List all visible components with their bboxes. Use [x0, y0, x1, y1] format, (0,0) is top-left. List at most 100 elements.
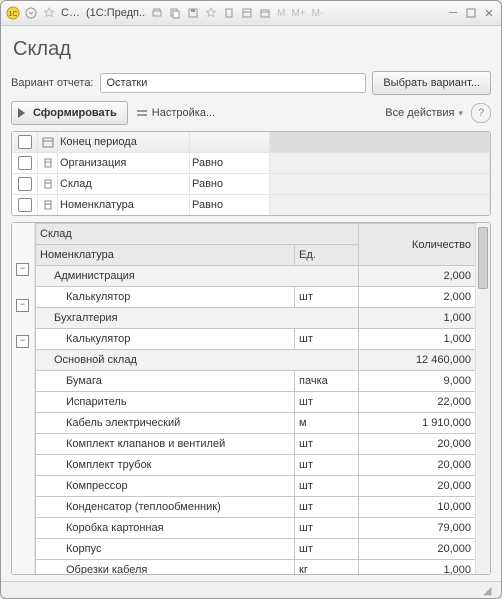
filter-value[interactable]: [270, 153, 490, 173]
group-row[interactable]: Бухгалтерия1,000: [36, 308, 476, 329]
item-unit: шт: [295, 287, 359, 308]
select-variant-button[interactable]: Выбрать вариант...: [372, 71, 491, 95]
item-qty: 20,000: [358, 455, 475, 476]
item-name: Коробка картонная: [36, 518, 295, 539]
filter-icon-cell: [38, 174, 58, 194]
filter-value[interactable]: [270, 132, 490, 152]
item-name: Комплект трубок: [36, 455, 295, 476]
col-qty: Количество: [358, 224, 475, 266]
item-name: Корпус: [36, 539, 295, 560]
item-qty: 22,000: [358, 392, 475, 413]
item-unit: шт: [295, 329, 359, 350]
mem-mplus[interactable]: M+: [289, 8, 307, 19]
item-unit: кг: [295, 560, 359, 575]
filter-row: НоменклатураРавно: [12, 194, 490, 215]
item-unit: шт: [295, 497, 359, 518]
filter-checkbox-cell[interactable]: [12, 174, 38, 194]
item-unit: шт: [295, 476, 359, 497]
data-row[interactable]: Бумагапачка9,000: [36, 371, 476, 392]
tree-collapse-node[interactable]: −: [16, 335, 29, 348]
page-title: Склад: [13, 38, 491, 61]
filter-panel: Конец периодаОрганизацияРавноСкладРавноН…: [11, 131, 491, 216]
tree-gutter: − − −: [12, 223, 35, 574]
tree-collapse-node[interactable]: −: [16, 263, 29, 276]
variant-value: Остатки: [107, 77, 148, 89]
help-button[interactable]: ?: [471, 103, 491, 123]
filter-row: Конец периода: [12, 132, 490, 152]
mem-m[interactable]: M: [275, 8, 287, 19]
filter-value[interactable]: [270, 195, 490, 215]
settings-icon: [136, 107, 148, 119]
close-icon[interactable]: ✕: [481, 5, 497, 21]
app-logo-icon: 1C: [5, 5, 21, 21]
filter-checkbox-cell[interactable]: [12, 153, 38, 173]
filter-row: ОрганизацияРавно: [12, 152, 490, 173]
settings-link[interactable]: Настройка...: [136, 107, 215, 119]
tree-collapse-node[interactable]: −: [16, 299, 29, 312]
item-unit: м: [295, 413, 359, 434]
item-unit: шт: [295, 455, 359, 476]
doc-icon[interactable]: [221, 5, 237, 21]
data-row[interactable]: Испарительшт22,000: [36, 392, 476, 413]
checkbox[interactable]: [18, 135, 32, 149]
data-row[interactable]: Корпусшт20,000: [36, 539, 476, 560]
title-short: С…: [59, 7, 82, 19]
group-qty: 2,000: [358, 266, 475, 287]
group-row[interactable]: Администрация2,000: [36, 266, 476, 287]
data-row[interactable]: Комплект клапанов и вентилейшт20,000: [36, 434, 476, 455]
vertical-scrollbar[interactable]: [475, 223, 490, 574]
data-row[interactable]: Калькуляторшт1,000: [36, 329, 476, 350]
resize-grip-icon[interactable]: ◢: [483, 584, 495, 596]
item-qty: 1,000: [358, 329, 475, 350]
group-qty: 1,000: [358, 308, 475, 329]
minimize-icon[interactable]: ─: [445, 5, 461, 21]
maximize-icon[interactable]: [463, 5, 479, 21]
play-icon: [18, 108, 25, 118]
item-name: Испаритель: [36, 392, 295, 413]
all-actions-link[interactable]: Все действия▾: [385, 107, 463, 119]
scroll-thumb[interactable]: [478, 227, 488, 289]
history-dropdown-icon[interactable]: [23, 5, 39, 21]
group-row[interactable]: Основной склад12 460,000: [36, 350, 476, 371]
save-icon[interactable]: [185, 5, 201, 21]
favorite-star-icon[interactable]: [41, 5, 57, 21]
filter-name: Конец периода: [58, 132, 190, 152]
variant-input[interactable]: Остатки: [100, 73, 367, 93]
filter-value[interactable]: [270, 174, 490, 194]
group-name: Администрация: [36, 266, 359, 287]
group-qty: 12 460,000: [358, 350, 475, 371]
titlebar: 1C С… (1С:Предп.. M M+ M- ─ ✕: [1, 1, 501, 26]
select-variant-label: Выбрать вариант...: [383, 77, 480, 89]
calendar-icon[interactable]: [257, 5, 273, 21]
data-row[interactable]: Коробка картоннаяшт79,000: [36, 518, 476, 539]
all-actions-label: Все действия: [385, 107, 454, 119]
checkbox[interactable]: [18, 198, 32, 212]
data-row[interactable]: Конденсатор (теплообменник)шт10,000: [36, 497, 476, 518]
item-qty: 2,000: [358, 287, 475, 308]
data-row[interactable]: Калькуляторшт2,000: [36, 287, 476, 308]
checkbox[interactable]: [18, 156, 32, 170]
item-name: Калькулятор: [36, 329, 295, 350]
mem-mminus[interactable]: M-: [310, 8, 326, 19]
item-name: Калькулятор: [36, 287, 295, 308]
filter-icon-cell: [38, 153, 58, 173]
checkbox[interactable]: [18, 177, 32, 191]
settings-link-label: Настройка...: [152, 107, 215, 119]
data-row[interactable]: Компрессоршт20,000: [36, 476, 476, 497]
filter-checkbox-cell[interactable]: [12, 132, 38, 152]
variant-row: Вариант отчета: Остатки Выбрать вариант.…: [11, 71, 491, 95]
filter-checkbox-cell[interactable]: [12, 195, 38, 215]
data-row[interactable]: Кабель электрическийм1 910,000: [36, 413, 476, 434]
filter-name: Организация: [58, 153, 190, 173]
data-row[interactable]: Обрезки кабелякг1,000: [36, 560, 476, 575]
data-row[interactable]: Комплект трубокшт20,000: [36, 455, 476, 476]
report-panel: − − − СкладКоличествоНоменклатураЕд.Адми…: [11, 222, 491, 575]
item-name: Кабель электрический: [36, 413, 295, 434]
copy-icon[interactable]: [167, 5, 183, 21]
toolbar: Сформировать Настройка... Все действия▾ …: [11, 101, 491, 125]
item-qty: 10,000: [358, 497, 475, 518]
calculator-icon[interactable]: [239, 5, 255, 21]
star-settings-icon[interactable]: [203, 5, 219, 21]
form-button[interactable]: Сформировать: [11, 101, 128, 125]
print-icon[interactable]: [149, 5, 165, 21]
